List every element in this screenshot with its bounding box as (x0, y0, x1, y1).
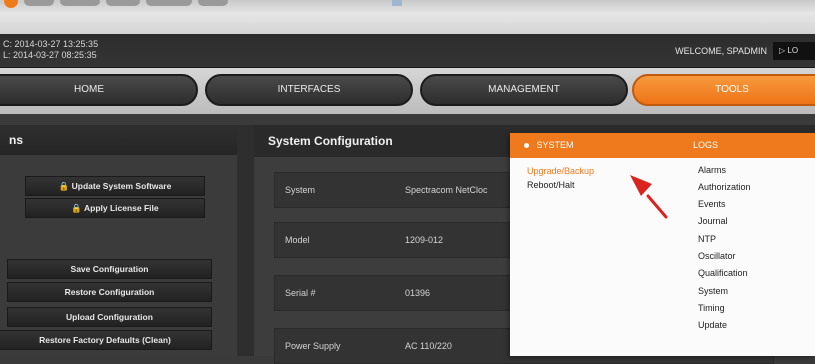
status-strip: C: 2014-03-27 13:25:35 L: 2014-03-27 08:… (0, 34, 815, 68)
row-value: Spectracom NetCloc (405, 185, 488, 195)
apply-license-file-label: Apply License File (84, 203, 159, 213)
menu-item-logs-alarms[interactable]: Alarms (698, 165, 726, 175)
menu-item-logs-journal[interactable]: Journal (698, 216, 728, 226)
menu-item-logs-events[interactable]: Events (698, 199, 726, 209)
panel-divider (237, 125, 254, 356)
tab-tools[interactable]: TOOLS (632, 74, 815, 106)
menu-header-logs[interactable]: LOGS (693, 140, 718, 150)
lock-icon: 🔒 (58, 181, 70, 191)
row-value: AC 110/220 (405, 341, 452, 351)
clock-readout: C: 2014-03-27 13:25:35 L: 2014-03-27 08:… (3, 39, 98, 61)
left-panel-title: ns (0, 125, 237, 155)
menu-item-logs-update[interactable]: Update (698, 320, 727, 330)
tab-management[interactable]: MANAGEMENT (420, 74, 628, 106)
tab-interfaces[interactable]: INTERFACES (205, 74, 413, 106)
logout-icon: ▷ (779, 46, 786, 55)
restore-factory-defaults-button[interactable]: Restore Factory Defaults (Clean) (0, 330, 212, 350)
clock-line-2: L: 2014-03-27 08:25:35 (3, 50, 97, 60)
bullet-icon (524, 143, 529, 149)
tab-home-label: HOME (74, 84, 104, 95)
clock-line-1: C: 2014-03-27 13:25:35 (3, 39, 99, 49)
annotation-arrow-icon (630, 175, 668, 219)
row-key: Model (285, 235, 310, 245)
row-key: Serial # (285, 288, 316, 298)
logout-button[interactable]: ▷ LO (773, 42, 815, 60)
menu-item-logs-system[interactable]: System (698, 286, 728, 296)
logout-label: LO (787, 46, 799, 55)
menu-item-logs-oscillator[interactable]: Oscillator (698, 251, 736, 261)
menu-header-system-label: SYSTEM (536, 140, 574, 150)
menu-header-system[interactable]: SYSTEM (524, 140, 574, 150)
menu-item-logs-timing[interactable]: Timing (698, 303, 725, 313)
row-value: 1209-012 (405, 235, 444, 245)
welcome-text: WELCOME, SPADMIN (675, 46, 767, 56)
apply-license-file-button[interactable]: 🔒 Apply License File (25, 198, 205, 218)
tab-interfaces-label: INTERFACES (277, 84, 341, 95)
update-system-software-button[interactable]: 🔒 Update System Software (25, 176, 205, 196)
top-banner (0, 0, 815, 34)
tab-tools-label: TOOLS (715, 84, 749, 95)
lock-icon: 🔒 (71, 203, 82, 213)
row-key: System (285, 185, 316, 195)
menu-item-upgrade-backup[interactable]: Upgrade/Backup (527, 166, 594, 176)
save-configuration-label: Save Configuration (70, 264, 149, 274)
update-system-software-label: Update System Software (71, 181, 172, 191)
menu-item-logs-authorization[interactable]: Authorization (698, 182, 751, 192)
menu-item-logs-ntp[interactable]: NTP (698, 234, 716, 244)
main-nav: HOME INTERFACES MANAGEMENT TOOLS (0, 68, 815, 114)
tab-management-label: MANAGEMENT (488, 84, 560, 95)
restore-configuration-button[interactable]: Restore Configuration (7, 282, 212, 302)
row-key: Power Supply (285, 341, 341, 351)
left-panel: ns 🔒 Update System Software 🔒 Apply Lice… (0, 125, 237, 356)
upload-configuration-label: Upload Configuration (66, 312, 153, 322)
save-configuration-button[interactable]: Save Configuration (7, 259, 212, 279)
row-value: 01396 (405, 288, 431, 298)
upload-configuration-button[interactable]: Upload Configuration (7, 307, 212, 327)
restore-factory-defaults-label: Restore Factory Defaults (Clean) (39, 335, 171, 345)
restore-configuration-label: Restore Configuration (64, 287, 155, 297)
menu-item-logs-qualification[interactable]: Qualification (698, 268, 748, 278)
menu-item-reboot-halt[interactable]: Reboot/Halt (527, 180, 575, 190)
banner-marker (392, 0, 402, 6)
tab-home[interactable]: HOME (0, 74, 198, 106)
